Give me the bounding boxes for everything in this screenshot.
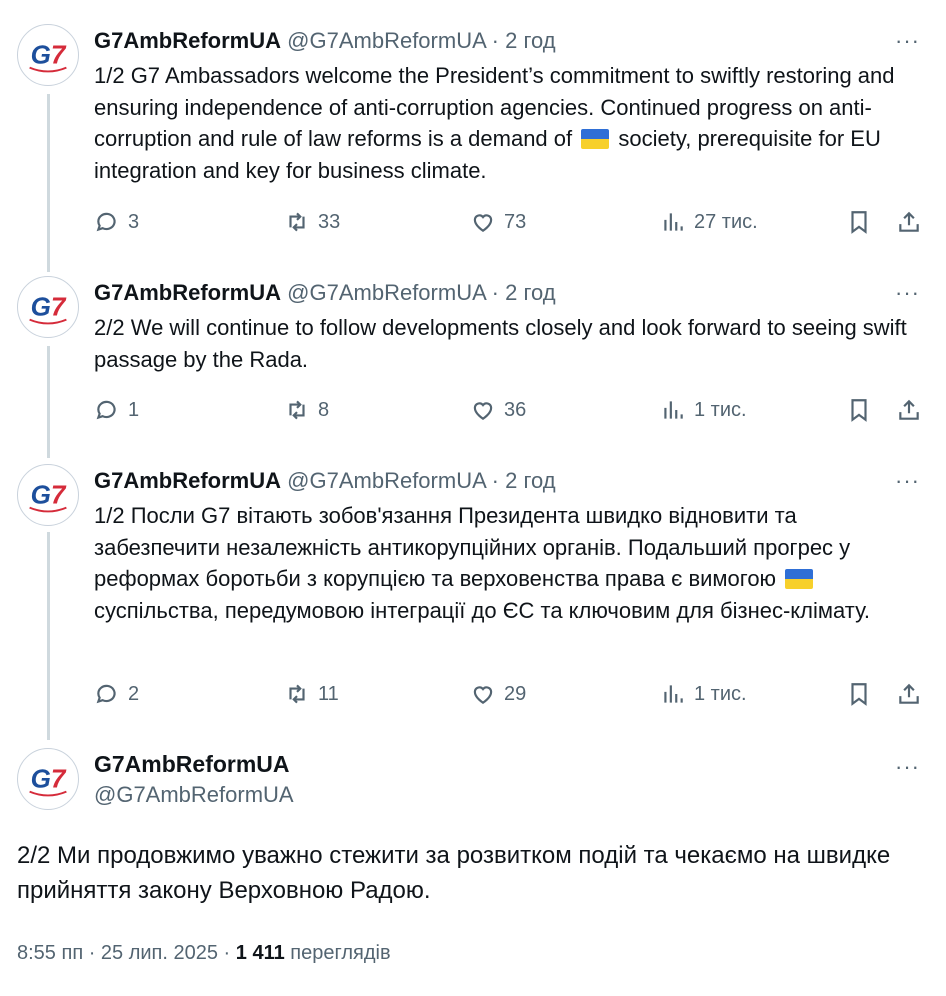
views-count: 1 411 bbox=[235, 942, 285, 964]
views-label: переглядів bbox=[284, 942, 391, 964]
svg-text:G7: G7 bbox=[31, 764, 67, 794]
author-name[interactable]: G7AmbReformUA bbox=[94, 751, 294, 777]
g7-logo-icon[interactable]: G7 bbox=[17, 748, 79, 810]
author-handle[interactable]: @G7AmbReformUA bbox=[94, 782, 294, 808]
tweet-timestamp[interactable]: 8:55 пп · 25 лип. 2025 · bbox=[17, 942, 236, 964]
main-tweet-text: 2/2 Ми продовжимо уважно стежити за розв… bbox=[17, 842, 891, 904]
tweet-meta: 8:55 пп · 25 лип. 2025 · 1 411 перегляді… bbox=[17, 942, 391, 965]
main-tweet: G7 G7AmbReformUA @G7AmbReformUA ··· 2/2 … bbox=[0, 0, 946, 996]
more-options-icon[interactable]: ··· bbox=[895, 756, 920, 778]
